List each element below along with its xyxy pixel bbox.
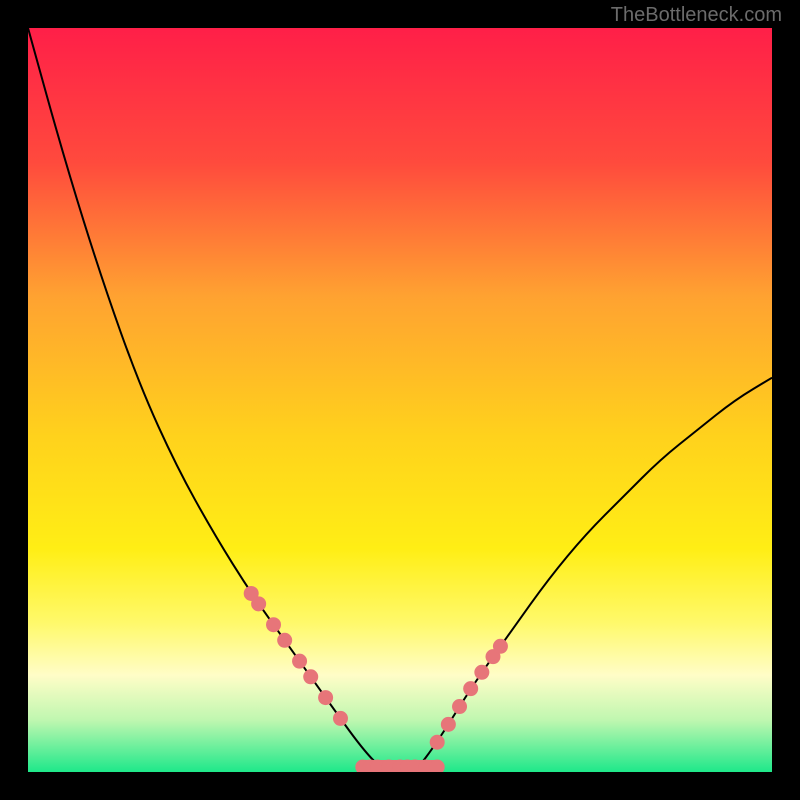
marker-left (333, 711, 348, 726)
bottleneck-curve-chart (28, 28, 772, 772)
marker-right (441, 717, 456, 732)
marker-left (303, 669, 318, 684)
marker-right (452, 699, 467, 714)
marker-right (430, 735, 445, 750)
marker-left (277, 633, 292, 648)
marker-right (474, 665, 489, 680)
gradient-background (28, 28, 772, 772)
marker-left (318, 690, 333, 705)
marker-left (251, 596, 266, 611)
watermark-text: TheBottleneck.com (611, 4, 782, 27)
chart-frame: TheBottleneck.com (0, 0, 800, 800)
marker-left (292, 654, 307, 669)
marker-right (493, 639, 508, 654)
plot-area (28, 28, 772, 772)
marker-left (266, 617, 281, 632)
marker-right (463, 681, 478, 696)
